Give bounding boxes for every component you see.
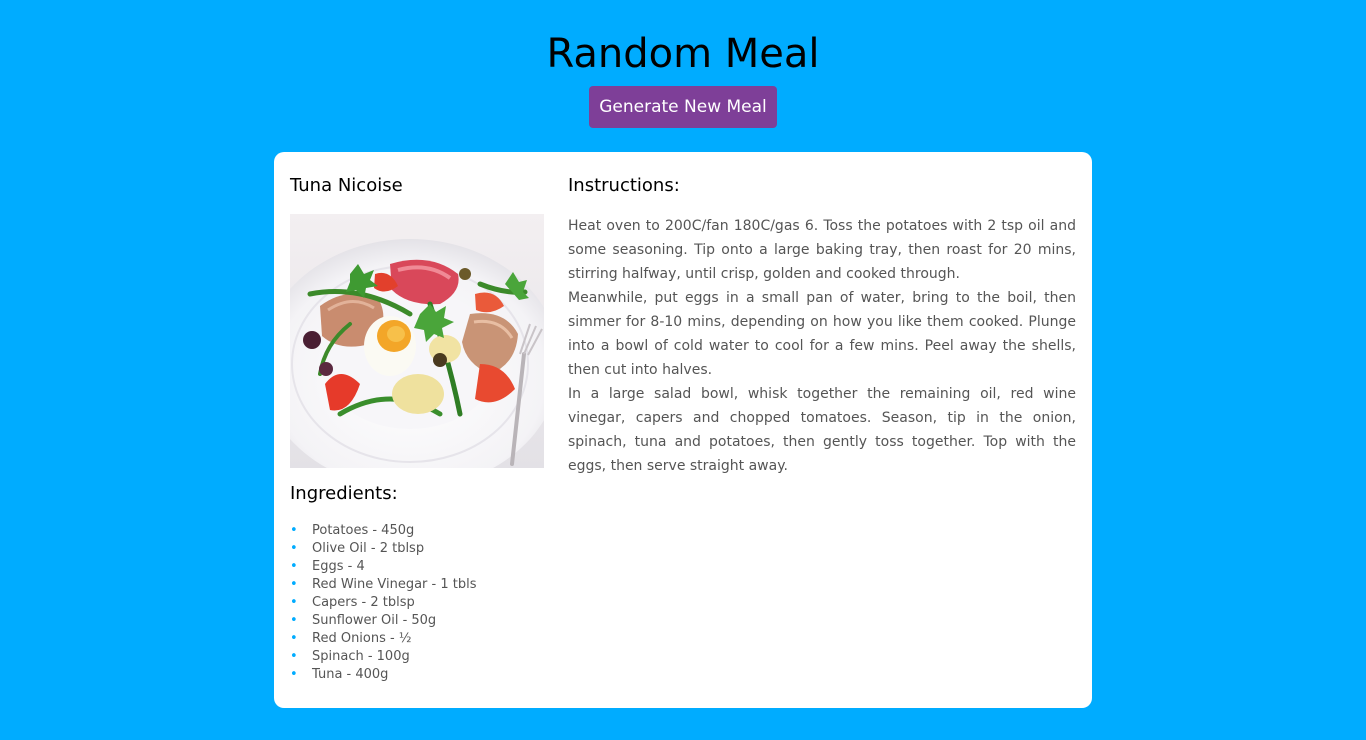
meal-image bbox=[290, 214, 544, 468]
meal-summary-column: Tuna Nicoise Ingredients: • Potatoes - 4… bbox=[290, 174, 544, 682]
ingredient-label: Olive Oil - 2 tblsp bbox=[312, 541, 425, 556]
bullet-icon: • bbox=[290, 577, 298, 592]
list-item: • Spinach - 100g bbox=[290, 648, 550, 666]
instruction-paragraph: In a large salad bowl, whisk together th… bbox=[568, 386, 1076, 474]
list-item: • Olive Oil - 2 tblsp bbox=[290, 540, 550, 558]
bullet-icon: • bbox=[290, 595, 298, 610]
instruction-paragraph: Heat oven to 200C/fan 180C/gas 6. Toss t… bbox=[568, 218, 1076, 282]
bullet-icon: • bbox=[290, 613, 298, 628]
list-item: • Capers - 2 tblsp bbox=[290, 594, 550, 612]
ingredient-label: Potatoes - 450g bbox=[312, 523, 415, 538]
list-item: • Red Onions - ½ bbox=[290, 630, 550, 648]
instructions-column: Instructions: Heat oven to 200C/fan 180C… bbox=[568, 174, 1076, 474]
instructions-text: Heat oven to 200C/fan 180C/gas 6. Toss t… bbox=[568, 214, 1076, 478]
bullet-icon: • bbox=[290, 631, 298, 646]
bullet-icon: • bbox=[290, 559, 298, 574]
ingredient-label: Tuna - 400g bbox=[312, 667, 389, 682]
list-item: • Potatoes - 450g bbox=[290, 522, 550, 540]
meal-name: Tuna Nicoise bbox=[290, 175, 403, 196]
ingredients-list: • Potatoes - 450g • Olive Oil - 2 tblsp • E… bbox=[290, 522, 550, 684]
ingredient-label: Red Onions - ½ bbox=[312, 631, 412, 646]
app-root: { "header": { "title": "Random Meal", "b… bbox=[0, 0, 1366, 740]
ingredient-label: Spinach - 100g bbox=[312, 649, 410, 664]
page-title: Random Meal bbox=[546, 31, 820, 77]
bullet-icon: • bbox=[290, 649, 298, 664]
generate-new-meal-button[interactable]: Generate New Meal bbox=[589, 86, 777, 128]
bullet-icon: • bbox=[290, 541, 298, 556]
list-item: • Sunflower Oil - 50g bbox=[290, 612, 550, 630]
ingredient-label: Sunflower Oil - 50g bbox=[312, 613, 437, 628]
ingredient-label: Capers - 2 tblsp bbox=[312, 595, 415, 610]
list-item: • Eggs - 4 bbox=[290, 558, 550, 576]
instructions-heading: Instructions: bbox=[568, 175, 680, 196]
ingredient-label: Red Wine Vinegar - 1 tbls bbox=[312, 577, 477, 592]
bullet-icon: • bbox=[290, 523, 298, 538]
ingredients-heading: Ingredients: bbox=[290, 483, 398, 504]
meal-card: Tuna Nicoise Ingredients: • Potatoes - 4… bbox=[274, 152, 1092, 708]
list-item: • Red Wine Vinegar - 1 tbls bbox=[290, 576, 550, 594]
instruction-paragraph: Meanwhile, put eggs in a small pan of wa… bbox=[568, 290, 1076, 378]
ingredient-label: Eggs - 4 bbox=[312, 559, 365, 574]
bullet-icon: • bbox=[290, 667, 298, 682]
list-item: • Tuna - 400g bbox=[290, 666, 550, 684]
